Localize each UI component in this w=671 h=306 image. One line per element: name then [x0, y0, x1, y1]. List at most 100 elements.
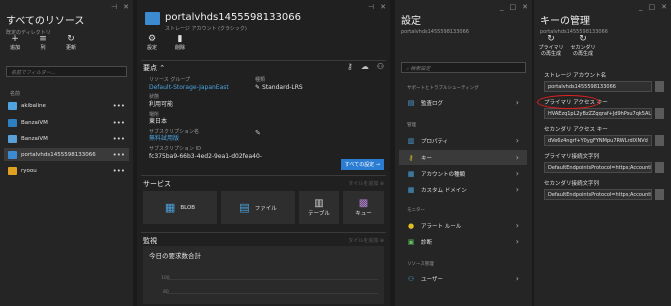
blade-controls: ⊣ ✕ — [368, 3, 386, 11]
list-item[interactable]: BanzaiVM ••• — [4, 132, 129, 145]
users-icon[interactable]: ⚇ — [377, 62, 384, 71]
toolbar: ⚙ 設定 ▮ 削除 — [141, 34, 191, 51]
essentials-right: 種類 ✎ Standard-LRS — [255, 77, 303, 91]
audit-log-item[interactable]: ▤ 監査ログ › — [399, 95, 527, 110]
primary-key-field[interactable]: HVAEzq1pL2yBzZZqqraf+Jd9hPsu7qk5AU — [544, 108, 652, 119]
columns-button[interactable]: ≡ 列 — [32, 34, 54, 51]
properties-item[interactable]: ▥ プロパティ › — [399, 133, 527, 148]
blade-title: すべてのリソース — [6, 16, 85, 27]
pin-icon[interactable]: ⊣ — [368, 3, 374, 11]
more-icon[interactable]: ••• — [113, 167, 125, 175]
blob-tile[interactable]: ▦ BLOB — [143, 191, 217, 224]
trash-icon: ▮ — [177, 34, 183, 44]
secondary-conn-field[interactable]: DefaultEndpointsProtocol=https;AccountI — [544, 189, 652, 200]
diagnostics-item[interactable]: ▣ 診断 › — [399, 234, 527, 249]
requests-chart-tile[interactable]: 今日の要求数合計 100 80 — [143, 246, 384, 304]
resource-group-icon — [8, 166, 17, 175]
primary-conn-label: プライマリ接続文字列 — [544, 154, 600, 160]
add-tiles-link[interactable]: タイルを追加 ⊕ — [348, 180, 384, 187]
key-icon[interactable]: ⚷ — [347, 62, 353, 71]
copy-icon[interactable] — [655, 162, 664, 173]
edit-icon[interactable]: ✎ — [255, 129, 261, 137]
diagnostics-icon: ▣ — [407, 237, 415, 246]
account-type-icon: ▦ — [407, 169, 415, 178]
blade-subtitle: portalvhds1455598133066 — [401, 29, 469, 35]
list-item[interactable]: akibaline ••• — [4, 99, 129, 112]
list-item[interactable]: ryoou ••• — [4, 164, 129, 177]
gridline — [167, 279, 378, 280]
maximize-icon[interactable]: □ — [510, 3, 517, 11]
queue-tile[interactable]: ▩ キュー — [343, 191, 384, 224]
secondary-key-field[interactable]: dVe6z4ngrf+Y0ygFYNMpu7RWLrdlXNVd — [544, 135, 652, 146]
columns-icon: ≡ — [39, 34, 47, 44]
blob-icon: ▦ — [164, 201, 176, 214]
blade-controls: _ □ ✕ — [639, 3, 667, 11]
domain-icon: ▦ — [407, 185, 415, 194]
essentials-header[interactable]: 要点 ⌃ — [143, 63, 165, 73]
list-item[interactable]: BanzaiVM ••• — [4, 116, 129, 129]
chevron-right-icon: › — [515, 185, 519, 194]
list-item-selected[interactable]: portalvhds1455598133066 ••• — [4, 148, 129, 161]
settings-button[interactable]: ⚙ 設定 — [141, 34, 163, 51]
gridline — [167, 293, 378, 294]
close-icon[interactable]: ✕ — [123, 3, 129, 11]
settings-search-input[interactable]: ⌕ 検索設定 — [401, 62, 526, 73]
refresh-icon: ↻ — [579, 34, 587, 44]
delete-button[interactable]: ▮ 削除 — [169, 34, 191, 51]
account-type-item[interactable]: ▦ アカウントの種類 › — [399, 166, 527, 181]
file-tile[interactable]: ▤ ファイル — [221, 191, 295, 224]
more-icon[interactable]: ••• — [113, 102, 125, 110]
copy-icon[interactable] — [655, 108, 664, 119]
blade-title: キーの管理 — [540, 16, 590, 27]
cloud-icon[interactable]: ☁ — [361, 62, 369, 71]
storage-name-field[interactable]: portalvhds1455598133066 — [544, 81, 652, 92]
minimize-icon[interactable]: _ — [639, 3, 643, 11]
keys-item-selected[interactable]: ⚷ キー › — [399, 150, 527, 165]
close-icon[interactable]: ✕ — [380, 3, 386, 11]
more-icon[interactable]: ••• — [113, 135, 125, 143]
copy-icon[interactable] — [655, 81, 664, 92]
regenerate-secondary-button[interactable]: ↻ セカンダリの再生成 — [570, 34, 596, 57]
users-item[interactable]: ⚇ ユーザー › — [399, 271, 527, 286]
settings-blade: _ □ ✕ 設定 portalvhds1455598133066 ⌕ 検索設定 … — [395, 0, 532, 306]
minimize-icon[interactable]: _ — [500, 3, 504, 11]
filter-input[interactable]: 名前でフィルター... — [6, 66, 127, 77]
toolbar: + 追加 ≡ 列 ↻ 更新 — [4, 34, 82, 51]
manage-keys-blade: _ □ ✕ キーの管理 portalvhds1455598133066 ↻ プラ… — [534, 0, 671, 306]
subscription-link[interactable]: 無料試用版 — [149, 135, 262, 143]
users-icon: ⚇ — [407, 274, 415, 283]
close-icon[interactable]: ✕ — [522, 3, 528, 11]
edit-icon[interactable]: ✎ — [255, 84, 260, 91]
primary-conn-field[interactable]: DefaultEndpointsProtocol=https;AccountI — [544, 162, 652, 173]
pin-icon[interactable]: ⊣ — [111, 3, 117, 11]
alert-rules-item[interactable]: ● アラート ルール › — [399, 218, 527, 233]
properties-icon: ▥ — [407, 136, 415, 145]
copy-icon[interactable] — [655, 135, 664, 146]
custom-domain-item[interactable]: ▦ カスタム ドメイン › — [399, 182, 527, 197]
regenerate-primary-button[interactable]: ↻ プライマリの再生成 — [538, 34, 564, 57]
storage-name-label: ストレージ アカウント名 — [544, 73, 607, 79]
refresh-button[interactable]: ↻ 更新 — [60, 34, 82, 51]
close-icon[interactable]: ✕ — [661, 3, 667, 11]
monitoring-header: 監視 — [143, 237, 157, 245]
maximize-icon[interactable]: □ — [649, 3, 656, 11]
chevron-right-icon: › — [515, 98, 519, 107]
chevron-right-icon: › — [515, 221, 519, 230]
secondary-conn-label: セカンダリ接続文字列 — [544, 181, 600, 187]
resource-group-link[interactable]: Default-Storage-JapanEast — [149, 84, 262, 92]
refresh-icon: ↻ — [67, 34, 75, 44]
alert-icon: ● — [407, 221, 415, 230]
add-tiles-link[interactable]: タイルを追加 ⊕ — [348, 237, 384, 244]
copy-icon[interactable] — [655, 189, 664, 200]
virtual-machine-icon — [8, 134, 17, 143]
chevron-up-icon: ⌃ — [159, 64, 166, 72]
audit-log-icon: ▤ — [407, 98, 415, 107]
header-actions: ⚷ ☁ ⚇ — [347, 62, 384, 71]
table-tile[interactable]: ▥ テーブル — [299, 191, 339, 224]
more-icon[interactable]: ••• — [113, 151, 125, 159]
group-label: 管理 — [407, 123, 416, 128]
add-button[interactable]: + 追加 — [4, 34, 26, 51]
more-icon[interactable]: ••• — [113, 119, 125, 127]
chevron-right-icon: › — [515, 153, 519, 162]
all-settings-button[interactable]: すべての設定 → — [340, 159, 384, 170]
